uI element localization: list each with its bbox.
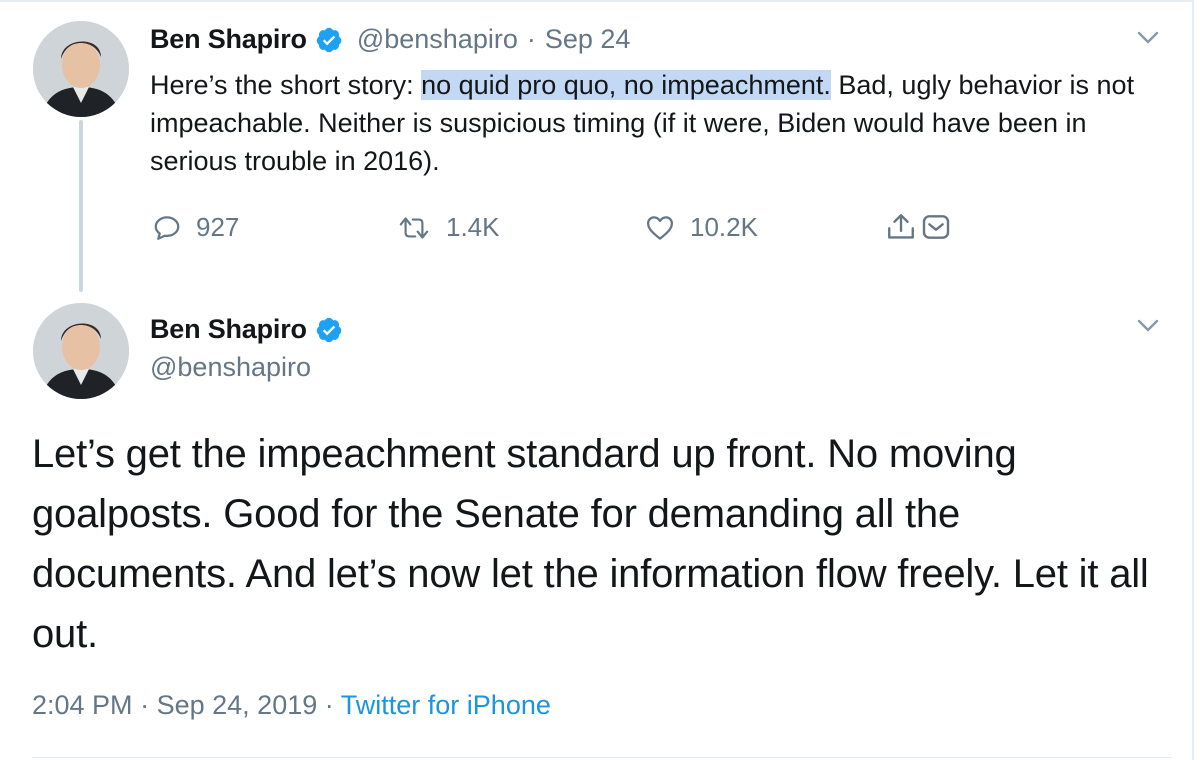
verified-badge-icon: [316, 317, 342, 342]
frame-top-border: [0, 0, 1194, 2]
tweet-text: Here’s the short story: no quid pro quo,…: [150, 66, 1170, 180]
chevron-down-icon[interactable]: [1136, 30, 1160, 46]
meta-separator: ·: [324, 690, 334, 720]
tweet-time[interactable]: 2:04 PM: [32, 690, 133, 720]
author-handle[interactable]: @benshapiro: [150, 352, 311, 383]
tweet-source-link[interactable]: Twitter for iPhone: [341, 690, 551, 720]
avatar[interactable]: [33, 21, 129, 117]
retweet-icon: [399, 216, 429, 239]
retweet-count: 1.4K: [446, 212, 500, 242]
meta-separator: ·: [526, 24, 536, 54]
tweet2-header: Ben Shapiro: [150, 314, 343, 345]
avatar-image: [33, 21, 129, 117]
verified-badge-icon: [316, 27, 342, 52]
chevron-down-icon[interactable]: [1136, 318, 1160, 334]
share-icon[interactable]: [884, 211, 918, 243]
like-button[interactable]: 10.2K: [644, 212, 758, 243]
author-name[interactable]: Ben Shapiro: [150, 24, 307, 55]
tweet-metadata: 2:04 PM · Sep 24, 2019 · Twitter for iPh…: [32, 690, 551, 721]
reply-button[interactable]: 927: [152, 212, 239, 243]
tweet-date[interactable]: Sep 24, 2019: [157, 690, 318, 720]
selected-text-highlight: no quid pro quo, no impeachment.: [421, 70, 831, 100]
heart-icon: [647, 215, 673, 240]
thread-connector-line: [79, 120, 83, 292]
frame-right-border: [1192, 0, 1194, 760]
tweet-text-part: Here’s the short story:: [150, 70, 422, 100]
share-actions: [884, 211, 952, 243]
tweet1-header: Ben Shapiro @benshapiro · Sep 24: [150, 24, 630, 55]
divider: [32, 757, 1172, 758]
avatar-image: [33, 303, 129, 399]
author-name[interactable]: Ben Shapiro: [150, 314, 307, 345]
like-count: 10.2K: [690, 212, 758, 242]
tweet-text: Let’s get the impeachment standard up fr…: [32, 432, 1149, 656]
reply-icon: [154, 215, 180, 240]
tweet-date[interactable]: Sep 24: [545, 24, 631, 55]
retweet-button[interactable]: 1.4K: [396, 212, 500, 243]
avatar[interactable]: [33, 303, 129, 399]
author-handle[interactable]: @benshapiro: [357, 24, 518, 55]
dm-icon[interactable]: [920, 211, 952, 243]
meta-separator: ·: [140, 690, 150, 720]
reply-count: 927: [196, 212, 240, 242]
